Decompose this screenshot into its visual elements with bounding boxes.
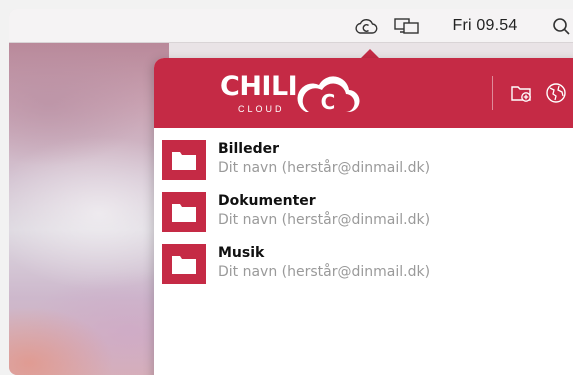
folder-item-billeder[interactable]: Billeder Dit navn (herstår@dinmail.dk) [154, 138, 573, 190]
logo-cloud-icon: C [297, 76, 360, 114]
header-divider [492, 76, 493, 110]
display-mirroring-icon[interactable] [391, 9, 423, 43]
folder-icon [162, 140, 206, 180]
folder-name: Musik [218, 245, 265, 261]
chili-cloud-popover: CHILI CLOUD C Billeder Dit navn (herstår… [154, 58, 573, 375]
logo-subtitle: CLOUD [238, 104, 285, 114]
folder-icon [162, 244, 206, 284]
folder-owner: Dit navn (herstår@dinmail.dk) [218, 212, 431, 228]
chili-cloud-logo: CHILI CLOUD C [220, 68, 370, 120]
new-folder-button[interactable] [509, 80, 535, 106]
logo-badge: C [321, 90, 336, 114]
folder-name: Billeder [218, 141, 279, 157]
new-folder-icon [511, 86, 531, 102]
desktop-wallpaper [9, 43, 169, 375]
folder-owner: Dit navn (herstår@dinmail.dk) [218, 264, 431, 280]
folder-item-musik[interactable]: Musik Dit navn (herstår@dinmail.dk) [154, 242, 573, 294]
screen: Fri 09.54 CHILI CLOUD C Billeder Dit nav… [9, 9, 573, 375]
folder-item-dokumenter[interactable]: Dokumenter Dit navn (herstår@dinmail.dk) [154, 190, 573, 242]
folder-icon [162, 192, 206, 232]
globe-icon [546, 83, 566, 103]
menu-bar: Fri 09.54 [9, 9, 573, 43]
chili-cloud-menubar-icon[interactable] [351, 9, 381, 43]
folder-name: Dokumenter [218, 193, 316, 209]
popover-header: CHILI CLOUD C [154, 58, 573, 128]
logo-wordmark: CHILI [220, 71, 298, 102]
globe-button[interactable] [543, 80, 569, 106]
folder-owner: Dit navn (herstår@dinmail.dk) [218, 160, 431, 176]
menubar-clock[interactable]: Fri 09.54 [439, 9, 531, 43]
spotlight-search-icon[interactable] [549, 9, 573, 43]
